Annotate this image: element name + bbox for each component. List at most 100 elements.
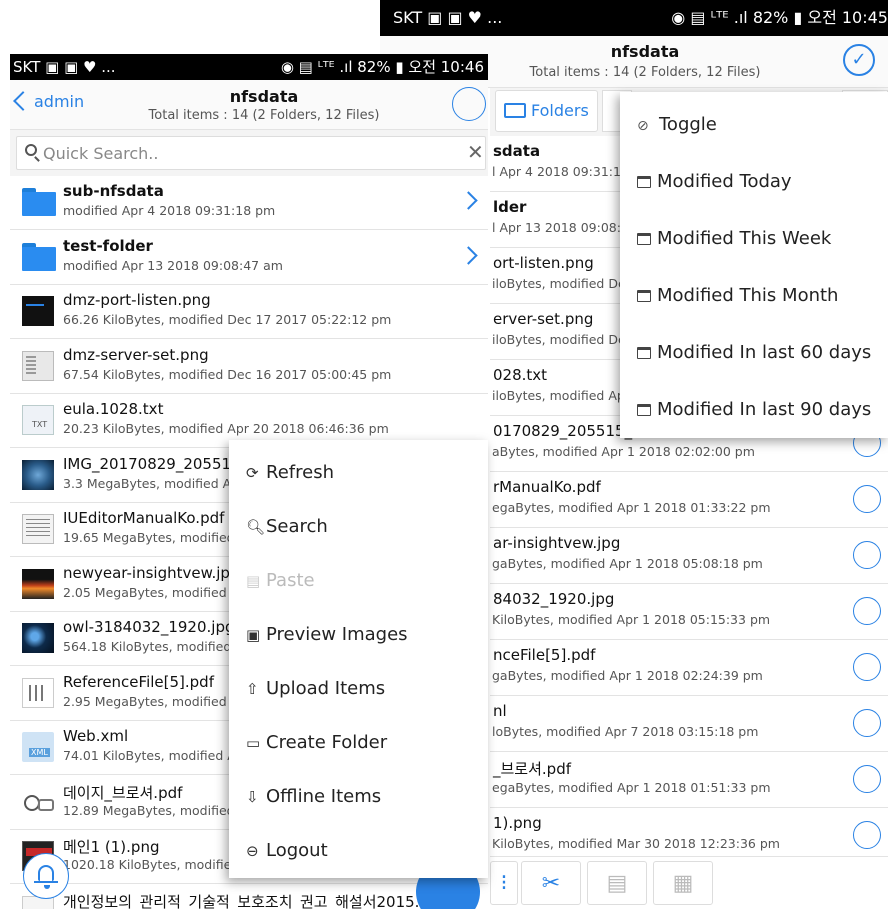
sort-item-label: Modified Today: [657, 171, 792, 192]
select-circle[interactable]: [853, 709, 881, 737]
menu-item-create-folder[interactable]: ▭ Create Folder: [246, 732, 387, 753]
sort-item-label: Modified In last 90 days: [657, 399, 872, 420]
item-name: IMG_20170829_205515_: [63, 454, 249, 473]
item-name: nl: [493, 702, 507, 720]
item-meta: gaBytes, modified Apr 1 2018 02:24:39 pm: [492, 668, 763, 683]
copy-icon[interactable]: ▤: [587, 861, 647, 905]
item-meta: iloBytes, modified Ap: [492, 388, 625, 403]
item-meta: egaBytes, modified Apr 1 2018 01:51:33 p…: [492, 780, 771, 795]
paste-icon[interactable]: ▦: [653, 861, 713, 905]
status-left: SKT ▣ ▣ ♥ ...: [393, 8, 503, 27]
sort-item-90days[interactable]: Modified In last 90 days: [637, 399, 871, 420]
menu-item-refresh[interactable]: ⟳ Refresh: [246, 462, 334, 483]
status-bar: SKT ▣ ▣ ♥ ... ◉ ▤ ᴸᵀᴱ .ıl 82% ▮ 오전 10:46: [10, 54, 488, 80]
item-meta: l Apr 13 2018 09:08:4: [492, 220, 629, 235]
logout-icon: ⊖: [246, 842, 259, 860]
sort-item-label: Modified In last 60 days: [657, 342, 872, 363]
item-name: dmz-server-set.png: [63, 345, 209, 364]
menu-item-label: Search: [266, 516, 328, 537]
item-meta: egaBytes, modified Apr 1 2018 01:33:22 p…: [492, 500, 771, 515]
item-name: 메인1 (1).png: [63, 838, 160, 856]
menu-item-label: Logout: [266, 840, 328, 861]
list-item[interactable]: rManualKo.pdf egaBytes, modified Apr 1 20…: [490, 472, 888, 528]
sort-item-month[interactable]: Modified This Month: [637, 285, 838, 306]
select-toggle-button[interactable]: [452, 87, 486, 121]
notification-bell-button[interactable]: [23, 853, 69, 899]
search-input[interactable]: [43, 140, 443, 166]
menu-item-label: Upload Items: [266, 678, 386, 699]
status-right: ◉ ▤ ᴸᵀᴱ .ıl 82% ▮ 오전 10:45: [671, 8, 888, 27]
status-bar: SKT ▣ ▣ ♥ ... ◉ ▤ ᴸᵀᴱ .ıl 82% ▮ 오전 10:45: [380, 0, 888, 36]
list-item[interactable]: nl loBytes, modified Apr 7 2018 03:15:18 …: [490, 696, 888, 752]
sort-item-week[interactable]: Modified This Week: [637, 228, 831, 249]
sort-item-60days[interactable]: Modified In last 60 days: [637, 342, 871, 363]
menu-item-offline-items[interactable]: ⇩ Offline Items: [246, 786, 381, 807]
select-circle[interactable]: [853, 765, 881, 793]
tab-folders[interactable]: Folders: [495, 90, 598, 132]
item-meta: 20.23 KiloBytes, modified Apr 20 2018 06…: [63, 421, 389, 436]
item-meta: 2.05 MegaBytes, modified Ap: [63, 584, 248, 600]
item-meta: 66.26 KiloBytes, modified Dec 17 2017 05…: [63, 312, 392, 327]
sort-menu: ⊘ Toggle Modified Today Modified This Wee…: [620, 92, 888, 438]
clear-icon[interactable]: ✕: [467, 140, 484, 164]
item-meta: aBytes, modified Apr 1 2018 02:02:00 pm: [492, 444, 755, 459]
sort-item-toggle[interactable]: ⊘ Toggle: [637, 114, 717, 135]
folder-icon: [504, 103, 526, 118]
select-circle[interactable]: [853, 541, 881, 569]
item-name: lder: [493, 198, 527, 216]
menu-item-preview-images[interactable]: ▣ Preview Images: [246, 624, 408, 645]
chevron-right-icon[interactable]: [459, 191, 478, 210]
item-meta: 12.89 MegaBytes, modified A: [63, 802, 248, 818]
menu-item-label: Create Folder: [266, 732, 388, 753]
select-circle[interactable]: [853, 653, 881, 681]
file-thumbnail-icon: [22, 568, 54, 599]
search-icon: 🔍︎: [246, 518, 266, 536]
folder-row[interactable]: test-folder modified Apr 13 2018 09:08:47…: [10, 230, 488, 285]
tab-folders-label: Folders: [531, 101, 589, 120]
more-icon[interactable]: ⁝: [490, 861, 518, 905]
item-meta: 19.65 MegaBytes, modified A: [63, 530, 248, 545]
item-name: Web.xml: [63, 727, 129, 745]
calendar-icon: [637, 233, 651, 245]
file-thumbnail-icon: [22, 732, 54, 762]
list-item[interactable]: _브로셔.pdf egaBytes, modified Apr 1 2018 01…: [490, 752, 888, 808]
folder-row[interactable]: sub-nfsdata modified Apr 4 2018 09:31:18 …: [10, 176, 488, 230]
calendar-icon: [637, 347, 651, 359]
menu-item-label: Refresh: [266, 462, 334, 483]
file-row[interactable]: dmz-server-set.png 67.54 KiloBytes, modif…: [10, 339, 488, 394]
item-name: 84032_1920.jpg: [493, 590, 615, 608]
folder-icon: [22, 188, 56, 216]
item-name: ar-insightvew.jpg: [493, 534, 621, 552]
cut-icon[interactable]: ✂: [521, 861, 581, 905]
file-thumbnail-icon: [22, 514, 54, 544]
item-meta: 2.95 MegaBytes, modified Ap: [63, 693, 248, 709]
sort-item-label: Toggle: [659, 114, 717, 135]
select-check-icon[interactable]: ✓: [843, 44, 875, 76]
offline-items-icon: ⇩: [246, 788, 259, 806]
item-name: IUEditorManualKo.pdf: [63, 509, 225, 527]
item-name: 028.txt: [493, 366, 548, 384]
menu-item-paste: ▤ Paste: [246, 570, 315, 591]
file-row[interactable]: dmz-port-listen.png 66.26 KiloBytes, modi…: [10, 285, 488, 339]
list-item[interactable]: nceFile[5].pdf gaBytes, modified Apr 1 20…: [490, 640, 888, 696]
menu-item-search[interactable]: 🔍︎Search: [246, 516, 328, 537]
item-name: dmz-port-listen.png: [63, 291, 211, 309]
list-item[interactable]: 84032_1920.jpg KiloBytes, modified Apr 1 …: [490, 584, 888, 640]
list-item[interactable]: ar-insightvew.jpg gaBytes, modified Apr 1…: [490, 528, 888, 584]
select-circle[interactable]: [853, 597, 881, 625]
status-left: SKT ▣ ▣ ♥ ...: [13, 58, 116, 76]
toggle-icon: ⊘: [637, 118, 649, 134]
select-circle[interactable]: [853, 821, 881, 849]
select-circle[interactable]: [853, 485, 881, 513]
chevron-right-icon[interactable]: [459, 245, 478, 265]
item-name: 데이지_브로셔.pdf: [63, 783, 183, 802]
item-name: 개인정보의_관리적_기술적_보호조치_권고_해설서2015.pdf: [63, 892, 444, 909]
item-meta: 67.54 KiloBytes, modified Dec 16 2017 05…: [63, 366, 392, 382]
menu-item-upload-items[interactable]: ⇧ Upload Items: [246, 678, 385, 699]
menu-item-logout[interactable]: ⊖ Logout: [246, 840, 328, 861]
file-thumbnail-icon: [22, 459, 54, 490]
item-name: eula.1028.txt: [63, 400, 164, 418]
sort-item-today[interactable]: Modified Today: [637, 171, 792, 192]
item-name: ReferenceFile[5].pdf: [63, 672, 214, 691]
bottom-toolbar: ⁝ ✂ ▤ ▦: [490, 856, 888, 909]
